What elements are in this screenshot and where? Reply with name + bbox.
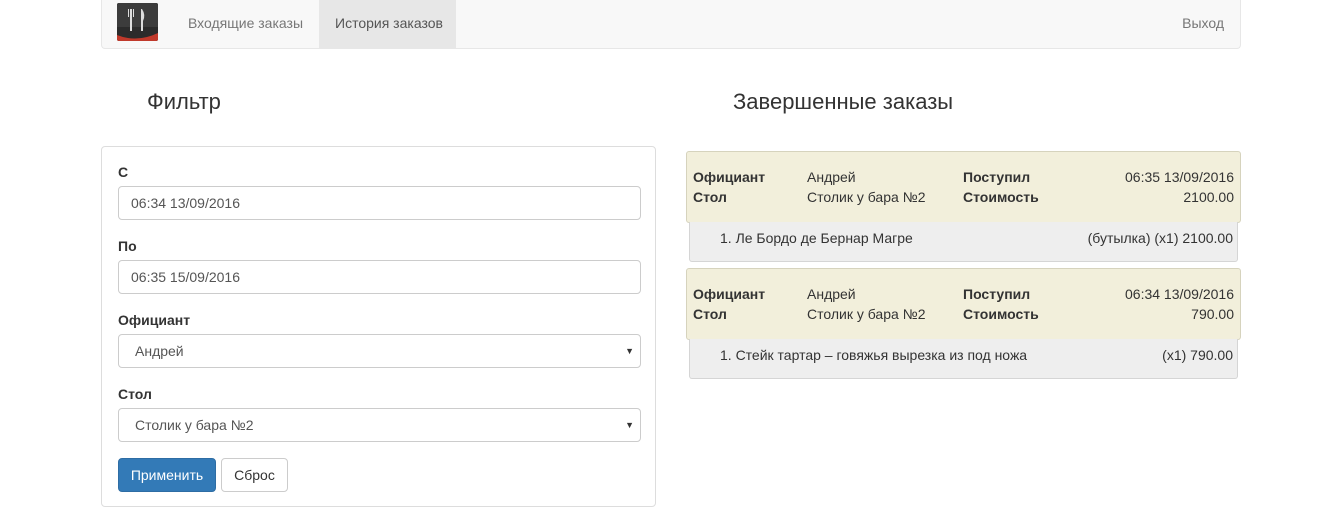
order-item-name: 1. Стейк тартар – говяжья вырезка из под… — [720, 347, 1028, 363]
logout-link[interactable]: Выход — [1166, 0, 1240, 48]
completed-orders-title: Завершенные заказы — [733, 89, 954, 114]
to-label: По — [118, 238, 137, 254]
order-item-price: (x1) 790.00 — [1162, 347, 1233, 363]
table-key: Стол — [693, 189, 727, 205]
waiter-selected-value: Андрей — [135, 343, 184, 359]
table-label: Стол — [118, 386, 152, 402]
received-key: Поступил — [963, 286, 1031, 302]
to-date-value: 06:35 15/09/2016 — [131, 269, 240, 285]
apply-button[interactable]: Применить — [118, 458, 216, 492]
top-navbar: Входящие заказы История заказов Выход — [101, 0, 1241, 49]
order-item-name: 1. Ле Бордо де Бернар Магре — [720, 230, 913, 246]
order-table: Столик у бара №2 — [807, 189, 926, 205]
order-received-time: 06:34 13/09/2016 — [1125, 286, 1234, 302]
order-cost: 2100.00 — [1183, 189, 1234, 205]
order-header: Официант Андрей Поступил 06:35 13/09/201… — [686, 151, 1241, 223]
table-selected-value: Столик у бара №2 — [135, 417, 254, 433]
waiter-select[interactable]: Андрей ▼ — [118, 334, 641, 368]
table-select[interactable]: Столик у бара №2 ▼ — [118, 408, 641, 442]
waiter-label: Официант — [118, 312, 191, 328]
filter-panel: С 06:34 13/09/2016 По 06:35 15/09/2016 О… — [101, 146, 656, 507]
chevron-down-icon: ▼ — [625, 346, 634, 356]
cost-key: Стоимость — [963, 306, 1039, 322]
order-cost: 790.00 — [1191, 306, 1234, 322]
order-items: 1. Ле Бордо де Бернар Магре (бутылка) (x… — [689, 222, 1238, 262]
order-table: Столик у бара №2 — [807, 306, 926, 322]
order-header: Официант Андрей Поступил 06:34 13/09/201… — [686, 268, 1241, 340]
order-item-price: (бутылка) (x1) 2100.00 — [1087, 230, 1233, 246]
reset-button[interactable]: Сброс — [221, 458, 288, 492]
restaurant-logo-icon[interactable] — [117, 3, 158, 41]
order-waiter: Андрей — [807, 169, 856, 185]
nav-incoming-orders[interactable]: Входящие заказы — [172, 0, 319, 48]
table-key: Стол — [693, 306, 727, 322]
order-received-time: 06:35 13/09/2016 — [1125, 169, 1234, 185]
waiter-key: Официант — [693, 169, 766, 185]
order-waiter: Андрей — [807, 286, 856, 302]
cost-key: Стоимость — [963, 189, 1039, 205]
chevron-down-icon: ▼ — [625, 420, 634, 430]
order-items: 1. Стейк тартар – говяжья вырезка из под… — [689, 339, 1238, 379]
from-date-value: 06:34 13/09/2016 — [131, 195, 240, 211]
from-label: С — [118, 164, 129, 180]
filter-title: Фильтр — [147, 89, 221, 114]
waiter-key: Официант — [693, 286, 766, 302]
from-date-input[interactable]: 06:34 13/09/2016 — [118, 186, 641, 220]
received-key: Поступил — [963, 169, 1031, 185]
to-date-input[interactable]: 06:35 15/09/2016 — [118, 260, 641, 294]
nav-order-history[interactable]: История заказов — [319, 0, 456, 48]
